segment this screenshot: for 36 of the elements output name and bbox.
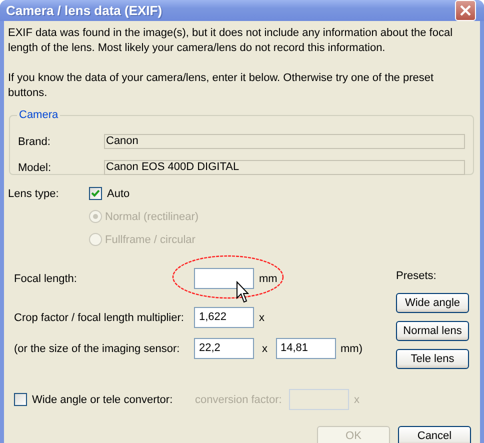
field-label: Crop factor / focal length multiplier:	[14, 312, 185, 324]
field-label: Model:	[18, 162, 52, 174]
input-field[interactable]	[194, 268, 254, 289]
window-title: Camera / lens data (EXIF)	[6, 3, 162, 18]
separator-label: x	[262, 342, 268, 354]
close-icon	[460, 5, 471, 16]
input-field[interactable]: 14,81	[276, 338, 336, 359]
radio-label: Fullframe / circular	[105, 234, 196, 246]
field-label: Focal length:	[14, 272, 78, 284]
readonly-field: Canon EOS 400D DIGITAL	[104, 160, 465, 175]
field-label: Lens type:	[8, 188, 60, 200]
close-button[interactable]	[455, 0, 476, 21]
readonly-field: Canon	[104, 134, 465, 149]
checkbox[interactable]	[89, 187, 102, 200]
unit-label: x	[354, 394, 360, 406]
check-icon	[91, 189, 100, 198]
preset-button[interactable]: Wide angle	[396, 293, 469, 313]
unit-label: mm)	[340, 342, 362, 354]
input-field[interactable]: 22,2	[194, 338, 254, 359]
unit-label: x	[259, 312, 264, 324]
preset-button[interactable]: Tele lens	[396, 349, 469, 369]
info-text: EXIF data was found in the image(s), but it does not include any information about the focal length of the lens. Most likely your camera/lens do not record this information.	[8, 26, 454, 56]
radio-label: Normal (rectilinear)	[105, 210, 199, 222]
preset-button[interactable]: Normal lens	[396, 321, 469, 341]
dialog-button[interactable]: Cancel	[398, 426, 471, 443]
field-label: Brand:	[18, 136, 52, 148]
input-field[interactable]: 1,622	[194, 307, 254, 328]
field-label: conversion factor:	[195, 394, 283, 406]
checkbox-label: Wide angle or tele convertor:	[32, 394, 174, 406]
checkbox-label: Auto	[107, 188, 130, 200]
info-text: If you know the data of your camera/lens, enter it below. Otherwise try one of the preset buttons.	[8, 71, 435, 101]
presets-label: Presets:	[396, 270, 438, 284]
field-label: (or the size of the imaging sensor:	[14, 342, 181, 354]
group-title: Camera	[18, 109, 60, 121]
mouse-cursor-icon	[236, 281, 249, 304]
unit-label: mm	[259, 272, 278, 284]
